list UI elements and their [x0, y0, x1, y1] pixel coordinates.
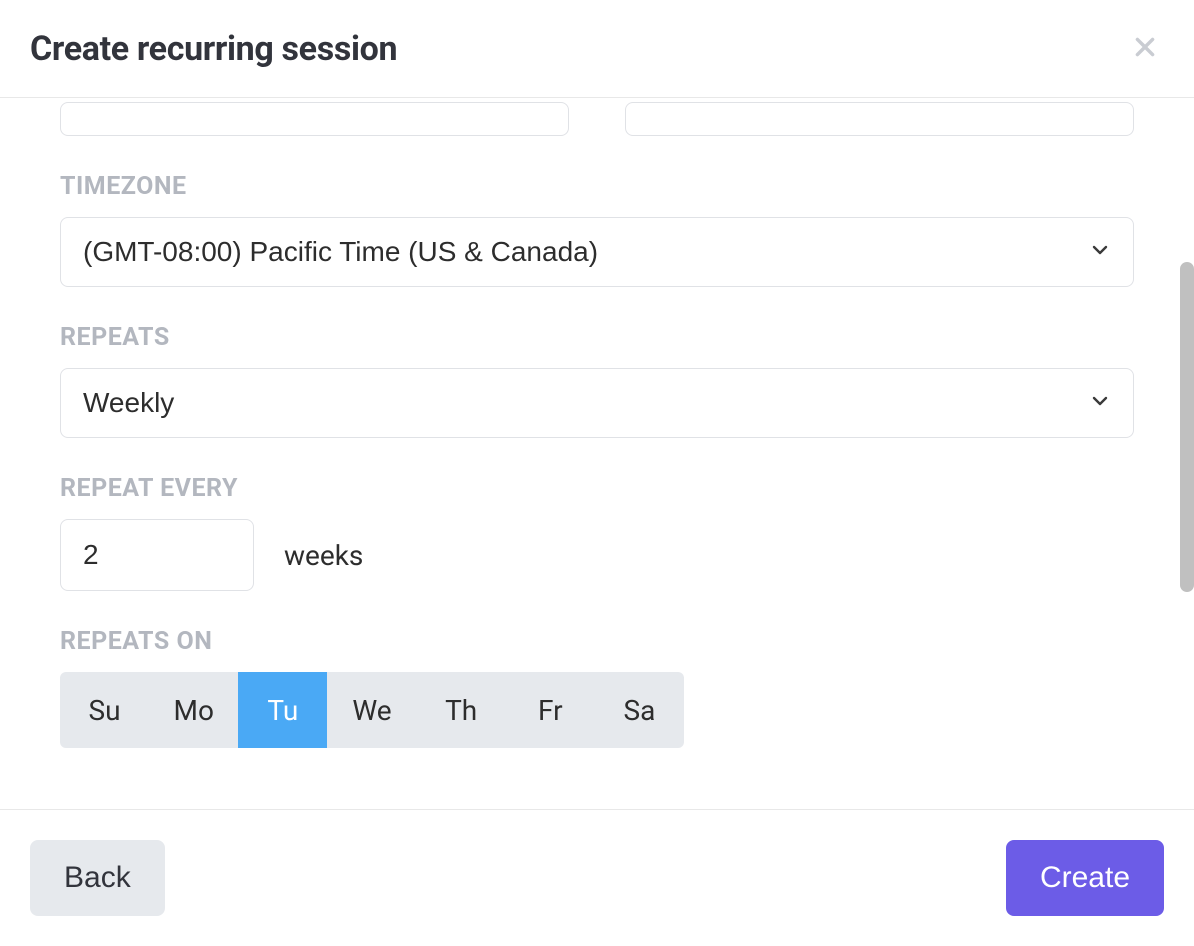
close-button[interactable]: [1126, 28, 1164, 69]
modal-body[interactable]: TIMEZONE (GMT-08:00) Pacific Time (US & …: [0, 98, 1194, 809]
partial-top-row: [60, 102, 1134, 136]
create-recurring-session-modal: Create recurring session TIMEZONE (GMT-0…: [0, 0, 1194, 946]
days-row: SuMoTuWeThFrSa: [60, 672, 684, 748]
repeats-select-wrap: Weekly: [60, 368, 1134, 438]
repeat-every-input[interactable]: [60, 519, 254, 591]
modal-footer: Back Create: [0, 809, 1194, 946]
back-button[interactable]: Back: [30, 840, 165, 916]
timezone-select[interactable]: (GMT-08:00) Pacific Time (US & Canada): [60, 217, 1134, 287]
modal-header: Create recurring session: [0, 0, 1194, 98]
repeat-every-unit: weeks: [284, 539, 363, 572]
repeats-label: REPEATS: [60, 323, 1134, 352]
repeat-every-field: REPEAT EVERY weeks: [60, 474, 1134, 591]
partial-input-left[interactable]: [60, 102, 569, 136]
repeats-field: REPEATS Weekly: [60, 323, 1134, 438]
create-button[interactable]: Create: [1006, 840, 1164, 916]
timezone-label: TIMEZONE: [60, 172, 1134, 201]
partial-input-right[interactable]: [625, 102, 1134, 136]
day-toggle-tu[interactable]: Tu: [238, 672, 327, 748]
modal-title: Create recurring session: [30, 29, 397, 69]
timezone-select-wrap: (GMT-08:00) Pacific Time (US & Canada): [60, 217, 1134, 287]
day-toggle-su[interactable]: Su: [60, 672, 149, 748]
timezone-field: TIMEZONE (GMT-08:00) Pacific Time (US & …: [60, 172, 1134, 287]
repeats-on-label: REPEATS ON: [60, 627, 1134, 656]
repeat-every-row: weeks: [60, 519, 1134, 591]
repeats-select[interactable]: Weekly: [60, 368, 1134, 438]
day-toggle-th[interactable]: Th: [417, 672, 506, 748]
day-toggle-fr[interactable]: Fr: [506, 672, 595, 748]
day-toggle-we[interactable]: We: [327, 672, 416, 748]
repeats-on-field: REPEATS ON SuMoTuWeThFrSa: [60, 627, 1134, 748]
form-body-inner: TIMEZONE (GMT-08:00) Pacific Time (US & …: [60, 102, 1134, 748]
day-toggle-sa[interactable]: Sa: [595, 672, 684, 748]
repeat-every-label: REPEAT EVERY: [60, 474, 1134, 503]
close-icon: [1132, 34, 1158, 63]
day-toggle-mo[interactable]: Mo: [149, 672, 238, 748]
scrollbar-thumb[interactable]: [1180, 262, 1194, 592]
